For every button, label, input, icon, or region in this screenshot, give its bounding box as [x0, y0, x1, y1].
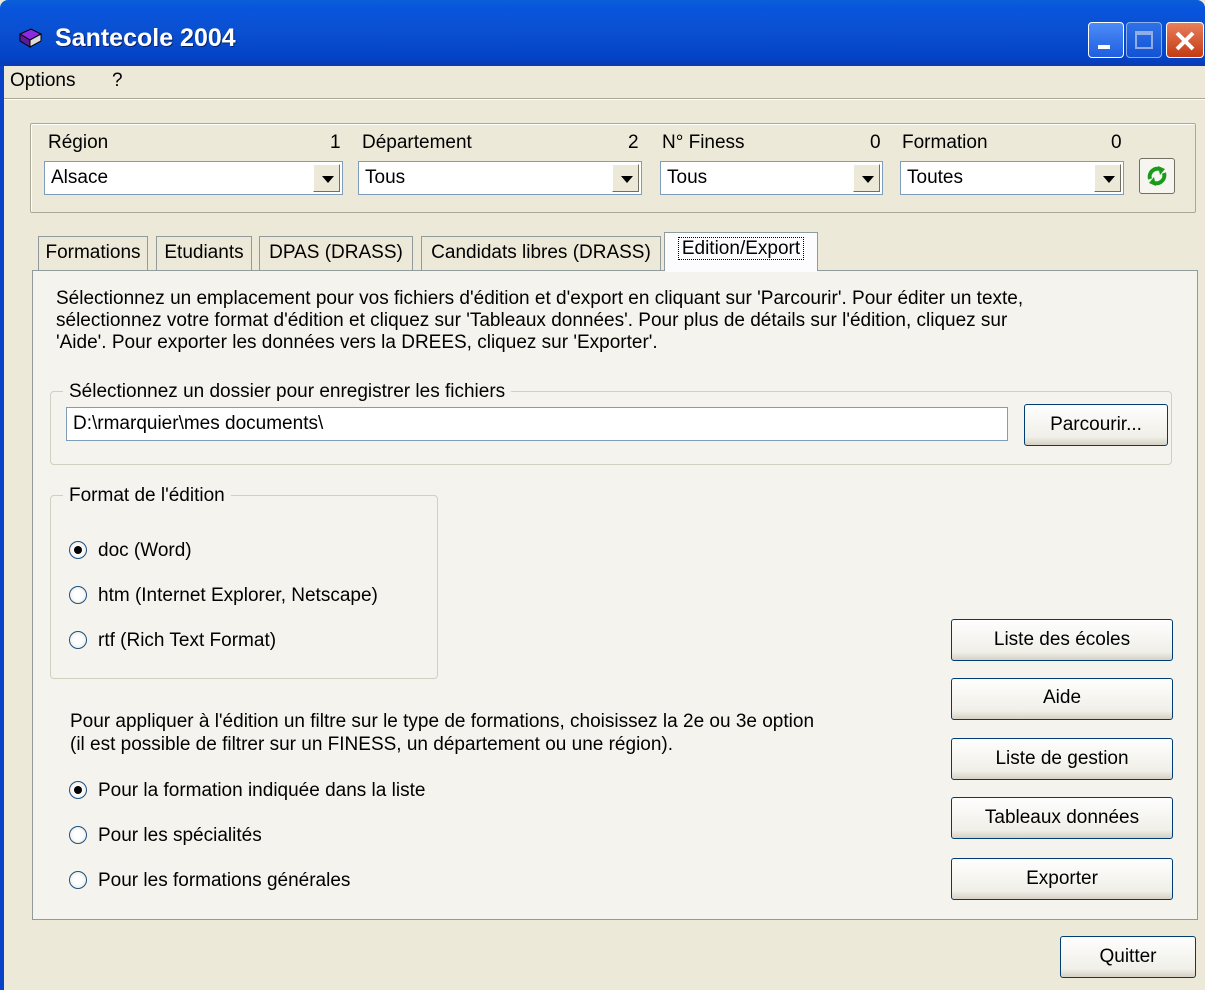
tab-candidats-libres[interactable]: Candidats libres (DRASS) — [421, 236, 661, 270]
tab-label: Edition/Export — [677, 237, 805, 260]
departement-select[interactable]: Tous — [358, 161, 642, 195]
formation-label: Formation — [902, 132, 988, 153]
close-icon — [1175, 31, 1195, 51]
region-label: Région — [48, 132, 109, 153]
format-htm-radio[interactable] — [69, 586, 87, 604]
tableaux-donnees-button[interactable]: Tableaux données — [951, 797, 1173, 839]
filter-specialites-radio[interactable] — [69, 826, 87, 844]
region-value: Alsace — [51, 167, 109, 188]
instructions-line: Sélectionnez un emplacement pour vos fic… — [56, 288, 1024, 309]
format-rtf-radio[interactable] — [69, 631, 87, 649]
instructions-line: 'Aide'. Pour exporter les données vers l… — [56, 332, 658, 353]
browse-button[interactable]: Parcourir... — [1024, 404, 1168, 446]
formation-count: 0 — [1111, 132, 1122, 153]
app-book-icon[interactable] — [17, 26, 43, 52]
filter-generales-label[interactable]: Pour les formations générales — [98, 870, 350, 892]
liste-ecoles-button[interactable]: Liste des écoles — [951, 619, 1173, 661]
format-group-label: Format de l'édition — [63, 485, 231, 507]
liste-gestion-button[interactable]: Liste de gestion — [951, 738, 1173, 780]
tab-label: DPAS (DRASS) — [269, 242, 403, 263]
menu-bar — [0, 66, 1205, 98]
tab-label: Candidats libres (DRASS) — [431, 242, 651, 263]
region-select[interactable]: Alsace — [44, 161, 343, 195]
finess-label: N° Finess — [662, 132, 745, 153]
window-title: Santecole 2004 — [55, 24, 236, 52]
filter-instructions: Pour appliquer à l'édition un filtre sur… — [70, 710, 814, 756]
menu-options[interactable]: Options — [10, 70, 75, 92]
departement-count: 2 — [628, 132, 639, 153]
folder-path-input[interactable]: D:\rmarquier\mes documents\ — [66, 407, 1008, 441]
formation-select[interactable]: Toutes — [900, 161, 1124, 195]
filter-instructions-line: Pour appliquer à l'édition un filtre sur… — [70, 711, 815, 732]
tab-edition-export[interactable]: Edition/Export — [664, 232, 818, 271]
filter-instructions-line: (il est possible de filtrer sur un FINES… — [70, 734, 674, 755]
finess-count: 0 — [870, 132, 881, 153]
menu-help[interactable]: ? — [112, 70, 123, 92]
minimize-icon — [1098, 45, 1110, 49]
filter-formation-label[interactable]: Pour la formation indiquée dans la liste — [98, 780, 425, 802]
tab-label: Formations — [45, 242, 141, 263]
format-rtf-label[interactable]: rtf (Rich Text Format) — [98, 630, 276, 652]
quit-button[interactable]: Quitter — [1060, 936, 1196, 978]
folder-group-label: Sélectionnez un dossier pour enregistrer… — [63, 381, 512, 403]
maximize-icon — [1135, 31, 1153, 49]
close-button[interactable] — [1166, 22, 1204, 58]
chevron-down-icon[interactable] — [853, 164, 880, 192]
format-doc-radio[interactable] — [69, 541, 87, 559]
chevron-down-icon[interactable] — [313, 164, 340, 192]
region-count: 1 — [330, 132, 341, 153]
filter-generales-radio[interactable] — [69, 871, 87, 889]
chevron-down-icon[interactable] — [612, 164, 639, 192]
instructions-line: sélectionnez votre format d'édition et c… — [56, 310, 1008, 331]
format-doc-label[interactable]: doc (Word) — [98, 540, 192, 562]
exporter-button[interactable]: Exporter — [951, 858, 1173, 900]
tab-dpas[interactable]: DPAS (DRASS) — [259, 236, 413, 270]
chevron-down-icon[interactable] — [1094, 164, 1121, 192]
finess-select[interactable]: Tous — [660, 161, 883, 195]
aide-button[interactable]: Aide — [951, 678, 1173, 720]
format-htm-label[interactable]: htm (Internet Explorer, Netscape) — [98, 585, 378, 607]
departement-value: Tous — [365, 167, 406, 188]
departement-label: Département — [362, 132, 472, 153]
filter-specialites-label[interactable]: Pour les spécialités — [98, 825, 262, 847]
tab-label: Etudiants — [164, 242, 244, 263]
minimize-button[interactable] — [1088, 22, 1124, 58]
finess-value: Tous — [667, 167, 708, 188]
window-left-border — [0, 66, 4, 990]
instructions-text: Sélectionnez un emplacement pour vos fic… — [56, 288, 1176, 354]
active-tab-join — [665, 268, 817, 272]
refresh-icon — [1147, 166, 1167, 186]
tab-etudiants[interactable]: Etudiants — [156, 236, 252, 270]
menu-separator — [0, 98, 1205, 100]
maximize-button[interactable] — [1126, 22, 1162, 58]
filter-formation-radio[interactable] — [69, 781, 87, 799]
tab-formations[interactable]: Formations — [38, 236, 148, 270]
refresh-button[interactable] — [1139, 158, 1175, 194]
formation-value: Toutes — [907, 167, 963, 188]
